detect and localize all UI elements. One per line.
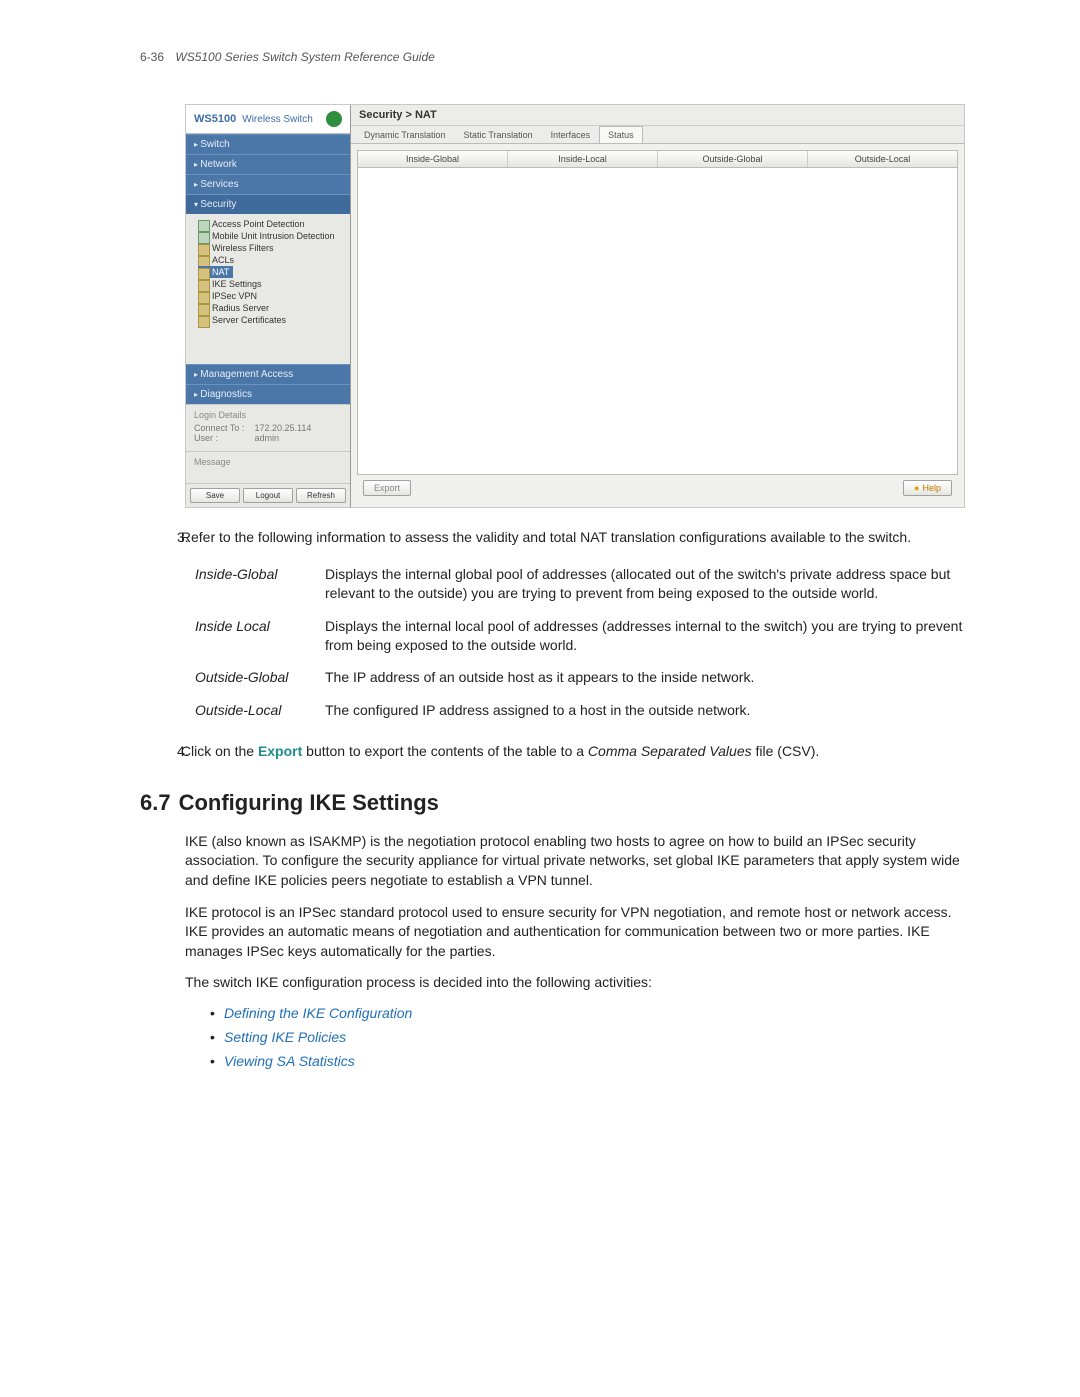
link-define-ike[interactable]: Defining the IKE Configuration [210, 1005, 970, 1021]
def-ig-desc: Displays the internal global pool of add… [325, 565, 970, 603]
tab-interfaces[interactable]: Interfaces [542, 126, 600, 143]
tree-acls[interactable]: ACLs [198, 254, 346, 266]
connect-value: 172.20.25.114 [255, 423, 312, 433]
section-num: 6.7 [140, 790, 171, 815]
tab-dynamic[interactable]: Dynamic Translation [355, 126, 455, 143]
brand-area: WS5100 Wireless Switch [186, 105, 350, 134]
nav-security[interactable]: Security [186, 194, 350, 214]
login-details: Login Details Connect To : 172.20.25.114… [186, 404, 350, 451]
page-number: 6-36 [140, 50, 164, 64]
nav-switch[interactable]: Switch [186, 134, 350, 154]
message-box: Message [186, 451, 350, 483]
tree-ike[interactable]: IKE Settings [198, 278, 346, 290]
table-header: Inside-Global Inside-Local Outside-Globa… [357, 150, 958, 168]
def-og-desc: The IP address of an outside host as it … [325, 668, 970, 687]
tree-ipsec[interactable]: IPSec VPN [198, 290, 346, 302]
tabs: Dynamic Translation Static Translation I… [351, 126, 964, 144]
tab-static[interactable]: Static Translation [455, 126, 542, 143]
save-button[interactable]: Save [190, 488, 240, 503]
link-view-sa[interactable]: Viewing SA Statistics [210, 1053, 970, 1069]
def-og-term: Outside-Global [195, 668, 325, 687]
breadcrumb: Security > NAT [351, 105, 964, 126]
help-button[interactable]: Help [903, 480, 952, 496]
tree-wf[interactable]: Wireless Filters [198, 242, 346, 254]
section-title: Configuring IKE Settings [179, 790, 439, 815]
export-word: Export [258, 743, 302, 759]
step-4-mid: button to export the contents of the tab… [302, 743, 588, 759]
table-area: Inside-Global Inside-Local Outside-Globa… [351, 144, 964, 507]
para-3: The switch IKE configuration process is … [185, 973, 970, 993]
bottom-buttons: Save Logout Refresh [186, 483, 350, 507]
step-4-post: file (CSV). [752, 743, 820, 759]
para-1: IKE (also known as ISAKMP) is the negoti… [185, 832, 970, 891]
nav-services[interactable]: Services [186, 174, 350, 194]
sidebar: WS5100 Wireless Switch Switch Network Se… [186, 105, 351, 507]
doc-title: WS5100 Series Switch System Reference Gu… [175, 50, 434, 64]
para-2: IKE protocol is an IPSec standard protoc… [185, 903, 970, 962]
main-panel: Security > NAT Dynamic Translation Stati… [351, 105, 964, 507]
def-ol-term: Outside-Local [195, 701, 325, 720]
tree-certs[interactable]: Server Certificates [198, 314, 346, 326]
step-4-pre: Click on the [181, 743, 258, 759]
nav-management[interactable]: Management Access [186, 364, 350, 384]
def-il-desc: Displays the internal local pool of addr… [325, 617, 970, 655]
col-outside-global[interactable]: Outside-Global [658, 151, 808, 167]
tab-status[interactable]: Status [599, 126, 643, 143]
col-outside-local[interactable]: Outside-Local [808, 151, 957, 167]
nav-network[interactable]: Network [186, 154, 350, 174]
table-body [357, 168, 958, 475]
def-ig-term: Inside-Global [195, 565, 325, 603]
product-sub: Wireless Switch [242, 114, 313, 125]
user-label: User : [194, 433, 252, 443]
screenshot-panel: WS5100 Wireless Switch Switch Network Se… [185, 104, 965, 508]
connect-label: Connect To : [194, 423, 252, 433]
csv-word: Comma Separated Values [588, 743, 752, 759]
def-ol-desc: The configured IP address assigned to a … [325, 701, 970, 720]
page-header: 6-36 WS5100 Series Switch System Referen… [140, 50, 970, 64]
step-3: 3. Refer to the following information to… [195, 528, 970, 547]
link-list: Defining the IKE Configuration Setting I… [210, 1005, 970, 1069]
step-4: 4. Click on the Export button to export … [195, 742, 970, 762]
product-name: WS5100 [194, 113, 236, 125]
tree-nat[interactable]: NAT [198, 266, 233, 278]
login-title: Login Details [194, 410, 342, 420]
tree-apd[interactable]: Access Point Detection [198, 218, 346, 230]
user-value: admin [255, 433, 280, 443]
step-3-text: Refer to the following information to as… [181, 529, 911, 545]
nav-diagnostics[interactable]: Diagnostics [186, 384, 350, 404]
table-footer: Export Help [357, 475, 958, 501]
col-inside-global[interactable]: Inside-Global [358, 151, 508, 167]
brand-icon [326, 111, 342, 127]
definitions: Inside-Global Displays the internal glob… [195, 565, 970, 720]
tree-radius[interactable]: Radius Server [198, 302, 346, 314]
export-button[interactable]: Export [363, 480, 411, 496]
logout-button[interactable]: Logout [243, 488, 293, 503]
security-tree: Access Point Detection Mobile Unit Intru… [186, 214, 350, 364]
tree-muid[interactable]: Mobile Unit Intrusion Detection [198, 230, 346, 242]
message-title: Message [194, 457, 342, 467]
def-il-term: Inside Local [195, 617, 325, 655]
col-inside-local[interactable]: Inside-Local [508, 151, 658, 167]
refresh-button[interactable]: Refresh [296, 488, 346, 503]
section-heading: 6.7 Configuring IKE Settings [140, 790, 970, 816]
link-set-policies[interactable]: Setting IKE Policies [210, 1029, 970, 1045]
